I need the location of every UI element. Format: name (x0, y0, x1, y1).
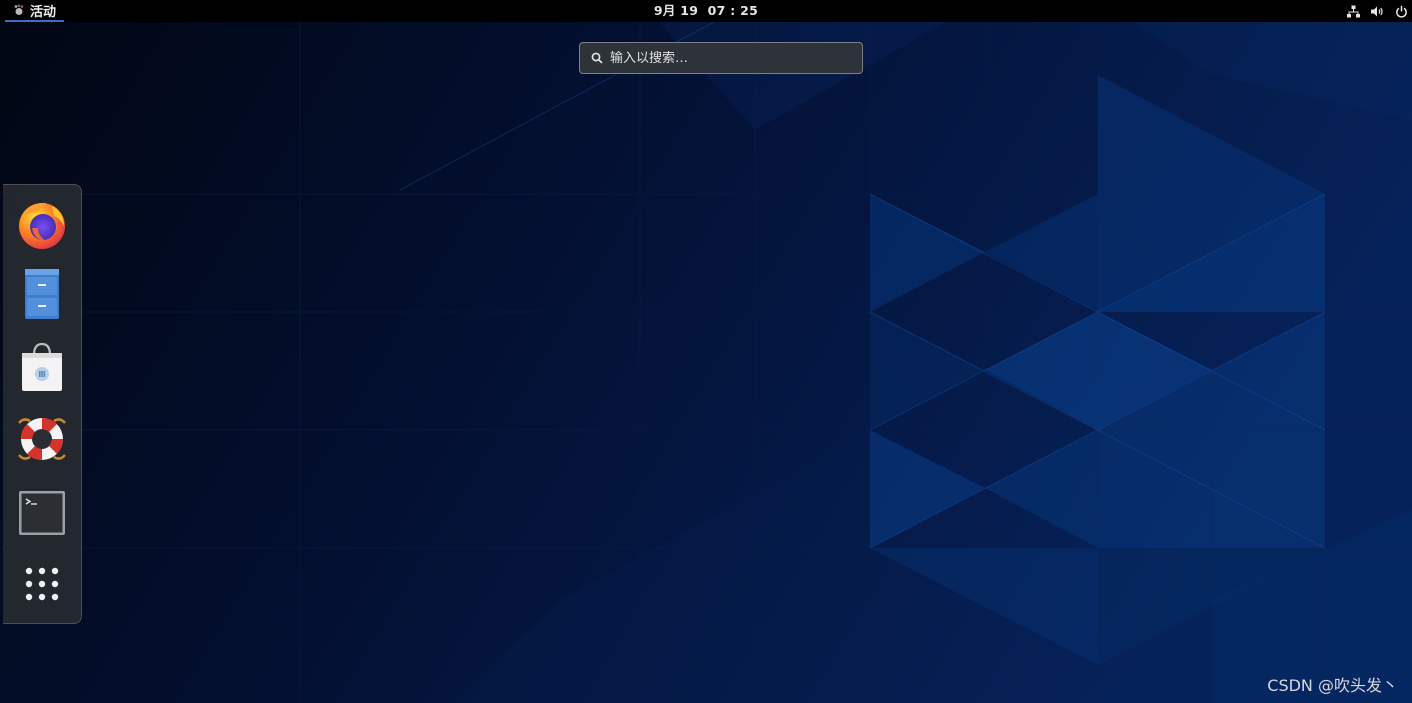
clock-button[interactable]: 9月 19 07 : 25 (654, 3, 758, 18)
network-icon[interactable] (1346, 4, 1360, 18)
system-status-area[interactable] (1346, 0, 1408, 22)
search-input[interactable] (610, 50, 850, 66)
lifebuoy-icon (18, 417, 66, 461)
watermark-text: CSDN @吹头发丶 (1267, 676, 1398, 695)
app-grid-icon (25, 567, 59, 601)
dash (3, 184, 82, 624)
firefox-icon (19, 202, 65, 249)
search-icon (591, 49, 603, 68)
shopping-bag-icon (22, 342, 62, 391)
power-icon[interactable] (1394, 4, 1408, 18)
file-cabinet-icon (25, 269, 59, 319)
wallpaper (0, 0, 1412, 703)
top-bar: 活动 9月 19 07 : 25 (0, 0, 1412, 22)
show-applications-button[interactable] (15, 557, 69, 611)
desktop-screen: 活动 9月 19 07 : 25 输入以搜索… CSDN @吹头发丶 (0, 0, 1412, 703)
dash-item-firefox[interactable] (15, 197, 69, 251)
dash-item-software[interactable] (15, 340, 69, 394)
search-box[interactable] (579, 42, 863, 74)
dash-item-help[interactable] (15, 412, 69, 466)
clock-area: 9月 19 07 : 25 (0, 0, 1412, 22)
dash-item-terminal[interactable] (15, 486, 69, 540)
dash-item-files[interactable] (15, 267, 69, 321)
volume-icon[interactable] (1370, 4, 1384, 18)
terminal-icon (19, 491, 65, 535)
